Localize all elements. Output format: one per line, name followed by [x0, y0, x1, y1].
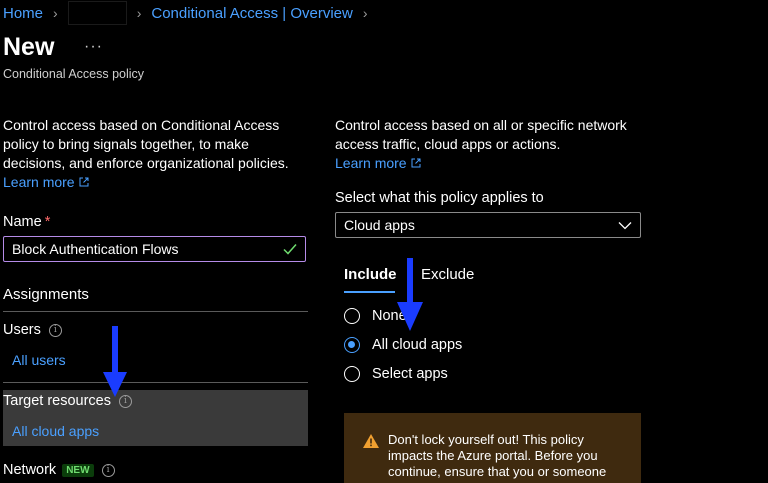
chevron-right-icon: › [53, 5, 58, 21]
option-select-apps[interactable]: Select apps [344, 366, 448, 382]
radio-none[interactable] [344, 308, 360, 324]
left-description-text: Control access based on Conditional Acce… [3, 117, 289, 171]
active-tab-indicator [344, 291, 395, 293]
right-learn-more-link[interactable]: Learn more [335, 155, 421, 171]
applies-to-dropdown[interactable]: Cloud apps [335, 212, 641, 238]
chevron-right-icon: › [136, 5, 142, 21]
page-subtitle: Conditional Access policy [3, 67, 145, 81]
external-link-icon [411, 158, 421, 168]
name-label: Name * [3, 214, 50, 230]
policy-name-input[interactable]: Block Authentication Flows [3, 236, 306, 262]
users-label: Users [3, 322, 41, 338]
divider [3, 382, 308, 383]
breadcrumb: Home › › Conditional Access | Overview › [3, 1, 378, 25]
breadcrumb-home-link[interactable]: Home [3, 5, 43, 22]
applies-to-value: Cloud apps [344, 217, 415, 233]
radio-select-apps[interactable] [344, 366, 360, 382]
left-description: Control access based on Conditional Acce… [3, 116, 303, 192]
option-select-apps-label: Select apps [372, 366, 448, 382]
left-learn-more-label: Learn more [3, 174, 75, 190]
users-section: Users i [3, 322, 62, 338]
annotation-arrow-icon [103, 326, 127, 397]
tab-exclude[interactable]: Exclude [421, 266, 474, 283]
annotation-arrow-icon [397, 258, 423, 331]
option-all-cloud-apps-label: All cloud apps [372, 337, 463, 353]
radio-all-cloud-apps[interactable] [344, 337, 360, 353]
target-resources-value-link[interactable]: All cloud apps [12, 423, 99, 439]
right-description-text: Control access based on all or specific … [335, 117, 627, 152]
target-resources-label: Target resources [3, 393, 111, 409]
breadcrumb-overview-link[interactable]: Conditional Access | Overview [151, 5, 352, 22]
required-mark: * [44, 214, 51, 230]
more-options-button[interactable]: ··· [84, 38, 103, 56]
right-description: Control access based on all or specific … [335, 116, 645, 173]
new-badge: NEW [62, 463, 94, 477]
page-title: New [3, 33, 55, 61]
users-value-link[interactable]: All users [12, 352, 66, 368]
left-learn-more-link[interactable]: Learn more [3, 174, 89, 190]
option-all-cloud-apps[interactable]: All cloud apps [344, 337, 462, 353]
warning-text: Don't lock yourself out! This policy imp… [388, 432, 607, 479]
name-label-text: Name [3, 214, 42, 230]
chevron-right-icon: › [362, 5, 368, 21]
policy-name-value: Block Authentication Flows [12, 241, 179, 257]
checkmark-icon [283, 244, 297, 255]
info-icon[interactable]: i [48, 323, 62, 337]
chevron-down-icon [618, 221, 632, 229]
network-label: Network [3, 462, 57, 478]
network-section: Network NEW i [3, 462, 115, 478]
applies-to-label: Select what this policy applies to [335, 190, 544, 206]
warning-triangle-icon [363, 434, 379, 448]
right-learn-more-label: Learn more [335, 155, 407, 171]
info-icon[interactable]: i [101, 463, 115, 477]
lockout-warning: Don't lock yourself out! This policy imp… [344, 413, 641, 483]
tab-include[interactable]: Include [344, 266, 397, 283]
assignments-heading: Assignments [3, 286, 89, 303]
external-link-icon [79, 177, 89, 187]
redacted-breadcrumb-item[interactable] [67, 1, 127, 25]
divider [3, 311, 308, 312]
